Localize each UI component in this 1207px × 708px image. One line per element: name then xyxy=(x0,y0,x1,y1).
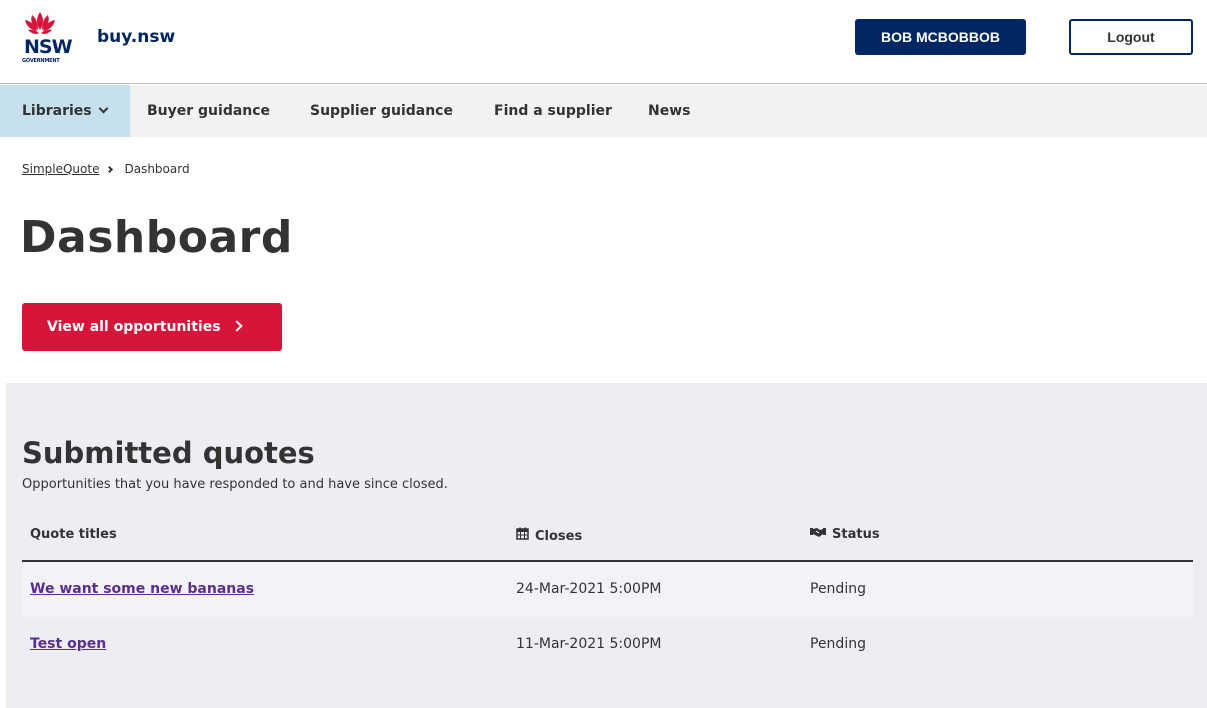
handshake-icon xyxy=(810,527,826,541)
nsw-logo[interactable]: NSW GOVERNMENT xyxy=(22,10,73,64)
chevron-down-icon xyxy=(98,103,109,114)
logout-button[interactable]: Logout xyxy=(1069,19,1193,55)
column-header-label: Quote titles xyxy=(30,527,117,542)
logo-subtext: GOVERNMENT xyxy=(22,58,60,64)
page-title: Dashboard xyxy=(20,212,293,263)
table-row: Test open 11-Mar-2021 5:00PM Pending xyxy=(22,617,1193,672)
site-header: NSW GOVERNMENT buy.nsw BOB MCBOBBOB Logo… xyxy=(0,0,1207,84)
chevron-right-icon xyxy=(106,165,114,174)
closes-cell: 24-Mar-2021 5:00PM xyxy=(516,581,662,597)
quote-title-link[interactable]: We want some new bananas xyxy=(30,581,254,597)
column-header-quote-titles[interactable]: Quote titles xyxy=(30,527,117,542)
quote-title-link[interactable]: Test open xyxy=(30,636,106,652)
table-row: We want some new bananas 24-Mar-2021 5:0… xyxy=(22,562,1193,617)
breadcrumb-current: Dashboard xyxy=(124,162,190,176)
column-header-label: Closes xyxy=(535,529,583,544)
closes-cell: 11-Mar-2021 5:00PM xyxy=(516,636,662,652)
view-all-opportunities-button[interactable]: View all opportunities xyxy=(22,303,282,351)
column-header-label: Status xyxy=(832,527,880,542)
nav-item-label: Libraries xyxy=(22,103,92,119)
breadcrumb: SimpleQuote Dashboard xyxy=(22,162,190,176)
calendar-icon xyxy=(516,527,529,543)
brand-name[interactable]: buy.nsw xyxy=(97,27,175,47)
section-title: Submitted quotes xyxy=(22,436,315,470)
nav-item-supplier-guidance[interactable]: Supplier guidance xyxy=(310,85,453,137)
nav-item-news[interactable]: News xyxy=(648,85,690,137)
section-subtitle: Opportunities that you have responded to… xyxy=(22,477,448,492)
column-header-status[interactable]: Status xyxy=(810,527,880,542)
logo-text: NSW xyxy=(24,36,73,58)
column-header-closes[interactable]: Closes xyxy=(516,527,582,544)
status-cell: Pending xyxy=(810,581,866,597)
main-nav: Libraries Buyer guidance Supplier guidan… xyxy=(0,85,1207,137)
status-cell: Pending xyxy=(810,636,866,652)
nav-item-libraries[interactable]: Libraries xyxy=(0,85,130,137)
user-account-button[interactable]: BOB MCBOBBOB xyxy=(855,19,1026,55)
nav-item-find-supplier[interactable]: Find a supplier xyxy=(494,85,612,137)
chevron-right-icon xyxy=(230,320,243,332)
breadcrumb-link-simplequote[interactable]: SimpleQuote xyxy=(22,162,99,176)
nav-item-buyer-guidance[interactable]: Buyer guidance xyxy=(147,85,270,137)
cta-label: View all opportunities xyxy=(47,319,221,335)
